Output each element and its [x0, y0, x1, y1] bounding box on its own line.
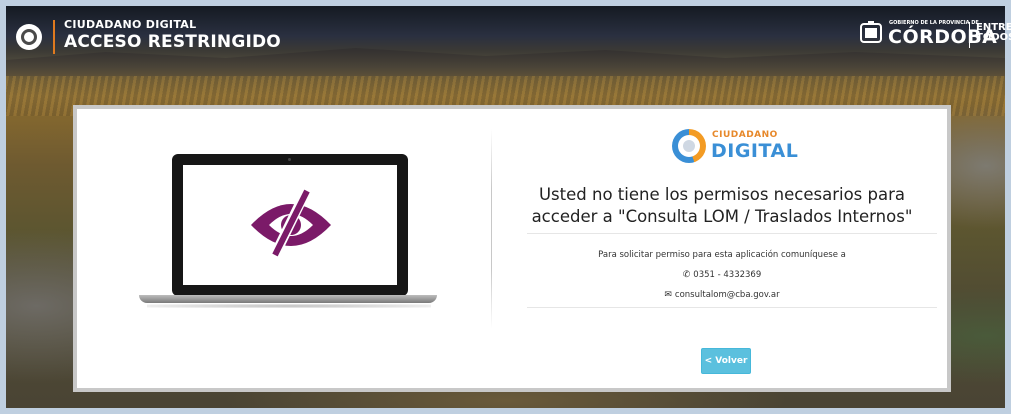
header-separator — [969, 22, 970, 48]
phone-line: ✆ 0351 - 4332369 — [497, 265, 947, 285]
message-area: CIUDADANO DIGITAL Usted no tiene los per… — [497, 109, 947, 388]
laptop-illustration — [172, 154, 408, 296]
site-header: CIUDADANO DIGITAL ACCESO RESTRINGIDO GOB… — [6, 6, 1011, 64]
ciudadano-digital-logo-icon — [16, 24, 42, 50]
email-address: consultalom@cba.gov.ar — [674, 290, 780, 300]
phone-icon: ✆ — [682, 270, 691, 280]
request-text: Para solicitar permiso para esta aplicac… — [598, 250, 846, 260]
contact-info: Para solicitar permiso para esta aplicac… — [497, 245, 947, 305]
access-denied-panel: CIUDADANO DIGITAL Usted no tiene los per… — [73, 105, 951, 392]
phone-number: 0351 - 4332369 — [693, 270, 762, 280]
back-button[interactable]: < Volver — [701, 348, 751, 374]
email-line: ✉ consultalom@cba.gov.ar — [497, 285, 947, 305]
cordoba-shield-icon — [860, 21, 882, 43]
message-line-1: Usted no tiene los permisos necesarios p… — [538, 185, 906, 204]
brand-big-label: DIGITAL — [711, 140, 799, 162]
laptop-base — [139, 295, 437, 303]
header-subtitle: CIUDADANO DIGITAL — [64, 18, 197, 31]
permission-message: Usted no tiene los permisos necesarios p… — [497, 184, 947, 228]
panel-divider — [491, 129, 492, 329]
divider-bottom — [527, 307, 937, 308]
envelope-icon: ✉ — [664, 290, 672, 300]
eye-slash-icon — [251, 186, 331, 262]
ciudadano-digital-brand: CIUDADANO DIGITAL — [672, 127, 798, 167]
entre-todos-logo: ENTRE TODOS — [976, 23, 1011, 43]
page-title: ACCESO RESTRINGIDO — [64, 32, 281, 52]
illustration-area — [77, 109, 491, 388]
brand-ring-icon — [672, 129, 706, 163]
divider-top — [527, 233, 937, 234]
brand-small-label: CIUDADANO — [712, 130, 778, 140]
todos-label: TODOS — [976, 32, 1011, 43]
laptop-shadow — [147, 304, 431, 308]
laptop-camera — [288, 158, 291, 161]
header-accent-bar — [53, 20, 55, 54]
laptop-display — [183, 165, 397, 285]
message-line-2: acceder a "Consulta LOM / Traslados Inte… — [531, 207, 913, 226]
